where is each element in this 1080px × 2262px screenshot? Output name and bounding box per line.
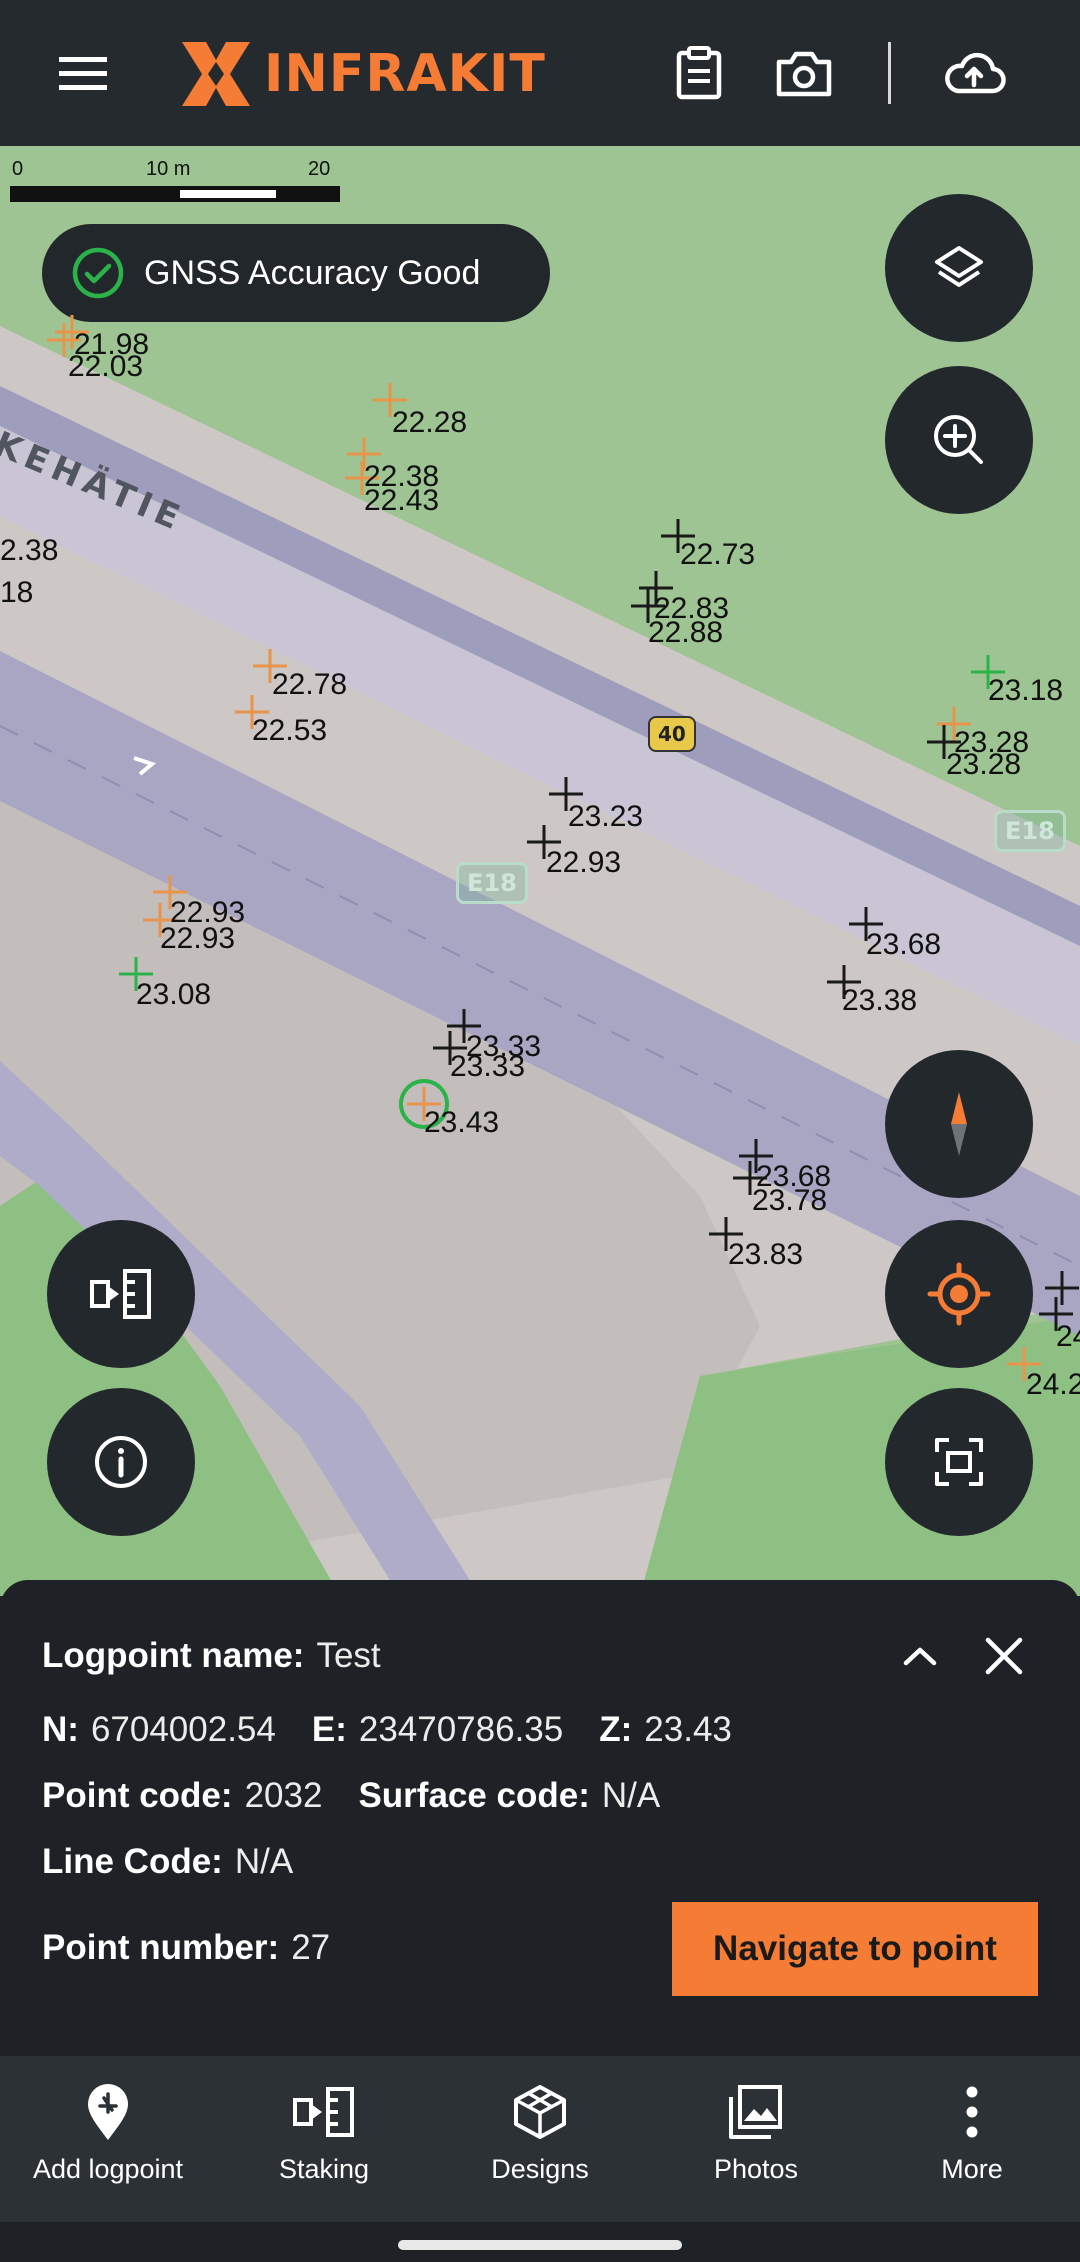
point-number-label: Point number: [42,1928,280,1967]
compass-icon [951,1092,967,1156]
fit-extent-button[interactable] [885,1388,1033,1536]
nav-photos[interactable]: Photos [648,2056,864,2222]
point-label[interactable]: 22.03 [68,352,143,382]
point-label[interactable]: 22.73 [680,540,755,570]
photos-icon [729,2085,782,2139]
elevation-value: 23.43 [644,1710,732,1749]
clipboard-icon [676,46,722,100]
nav-label: More [941,2154,1003,2184]
staking-mode-button[interactable] [47,1220,195,1368]
brand-name: INFRAKIT [264,44,546,104]
nav-staking[interactable]: Staking [216,2056,432,2222]
point-label[interactable]: 23.28 [946,750,1021,780]
add-logpoint-icon [88,2084,128,2140]
codes-row: Point code: 2032 Surface code: N/A [42,1776,696,1816]
nav-label: Staking [278,2154,370,2184]
surface-code-value: N/A [601,1776,661,1815]
point-label[interactable]: 22.53 [252,716,327,746]
northing-value: 6704002.54 [90,1710,276,1749]
point-label[interactable]: 22.28 [392,408,467,438]
close-sheet-button[interactable] [972,1624,1036,1688]
my-location-button[interactable] [885,1220,1033,1368]
logpoint-name-label: Logpoint name: [42,1636,305,1675]
nav-label: Add logpoint [32,2154,184,2184]
menu-button[interactable] [47,37,119,109]
nav-label: Designs [491,2154,589,2184]
easting-label: E: [311,1710,347,1749]
toolbar-divider [888,42,891,104]
point-label[interactable]: 22.78 [272,670,347,700]
staking-icon [90,1269,151,1319]
point-label[interactable]: 23.43 [424,1108,499,1138]
point-label[interactable]: 23.83 [728,1240,803,1270]
chevron-up-icon [903,1647,937,1666]
point-label[interactable]: 18 [0,578,33,608]
coordinates-row: N: 6704002.54 E: 23470786.35 Z: 23.43 [42,1710,768,1750]
point-label[interactable]: 22.93 [160,924,235,954]
camera-button[interactable] [768,37,840,109]
layers-icon [935,246,983,287]
point-label[interactable]: 22.88 [648,618,723,648]
logpoint-name-value: Test [316,1636,381,1675]
point-label[interactable]: 23.78 [752,1186,827,1216]
camera-icon [776,51,832,97]
line-code-label: Line Code: [42,1842,223,1881]
collapse-sheet-button[interactable] [888,1624,952,1688]
point-label[interactable]: 2.38 [0,536,58,566]
nav-add-logpoint[interactable]: Add logpoint [0,2056,216,2222]
nav-designs[interactable]: Designs [432,2056,648,2222]
menu-icon [59,57,107,90]
designs-icon [514,2085,566,2139]
northing-label: N: [42,1710,79,1749]
nav-more[interactable]: More [864,2056,1080,2222]
point-label[interactable]: 23.23 [568,802,643,832]
point-label[interactable]: 23.68 [866,930,941,960]
nav-label: Photos [713,2154,799,2184]
zoom-in-icon [934,415,983,464]
home-indicator[interactable] [398,2240,682,2250]
map-view[interactable]: 0 10 m 20 m GNSS Accuracy Good KEHÄTIE 4… [0,146,1080,1596]
info-button[interactable] [47,1388,195,1536]
zoom-in-button[interactable] [885,366,1033,514]
point-label[interactable]: 22.43 [364,486,439,516]
layers-button[interactable] [885,194,1033,342]
staking-icon [293,2087,354,2137]
point-label[interactable]: 23.08 [136,980,211,1010]
point-label[interactable]: 24.2 [1026,1370,1080,1400]
logpoint-name-row: Logpoint name: Test [42,1636,417,1676]
line-code-row: Line Code: N/A [42,1842,329,1882]
cloud-upload-icon [945,52,1006,94]
point-markers-layer [47,315,1079,1381]
line-code-value: N/A [234,1842,294,1881]
more-icon [966,2086,978,2138]
point-code-value: 2032 [244,1776,323,1815]
point-label[interactable]: 22.93 [546,848,621,878]
bottom-navigation-bar: Add logpoint Staking Designs Photos More [0,2056,1080,2222]
point-marker[interactable] [1045,1271,1079,1305]
surface-code-label: Surface code: [358,1776,590,1815]
clipboard-button[interactable] [663,37,735,109]
point-code-label: Point code: [42,1776,233,1815]
close-icon [985,1637,1023,1675]
point-label[interactable]: 23.18 [988,676,1063,706]
point-label[interactable]: 23.33 [450,1052,525,1082]
infrakit-logo: INFRAKIT [178,38,546,110]
easting-value: 23470786.35 [358,1710,564,1749]
my-location-icon [927,1262,991,1326]
navigate-to-point-button[interactable]: Navigate to point [672,1902,1038,1996]
info-icon [95,1436,147,1488]
point-number-row: Point number: 27 [42,1928,366,1968]
top-app-bar: INFRAKIT [0,0,1080,146]
compass-button[interactable] [885,1050,1033,1198]
point-label[interactable]: 24 [1056,1322,1080,1352]
point-label[interactable]: 23.38 [842,986,917,1016]
logpoint-details-sheet: Logpoint name: Test N: 6704002.54 E: 234… [0,1580,1080,2056]
elevation-label: Z: [599,1710,633,1749]
cloud-upload-button[interactable] [938,37,1010,109]
infrakit-logo-icon [182,42,250,106]
fit-extent-icon [935,1438,983,1486]
point-number-value: 27 [291,1928,331,1967]
